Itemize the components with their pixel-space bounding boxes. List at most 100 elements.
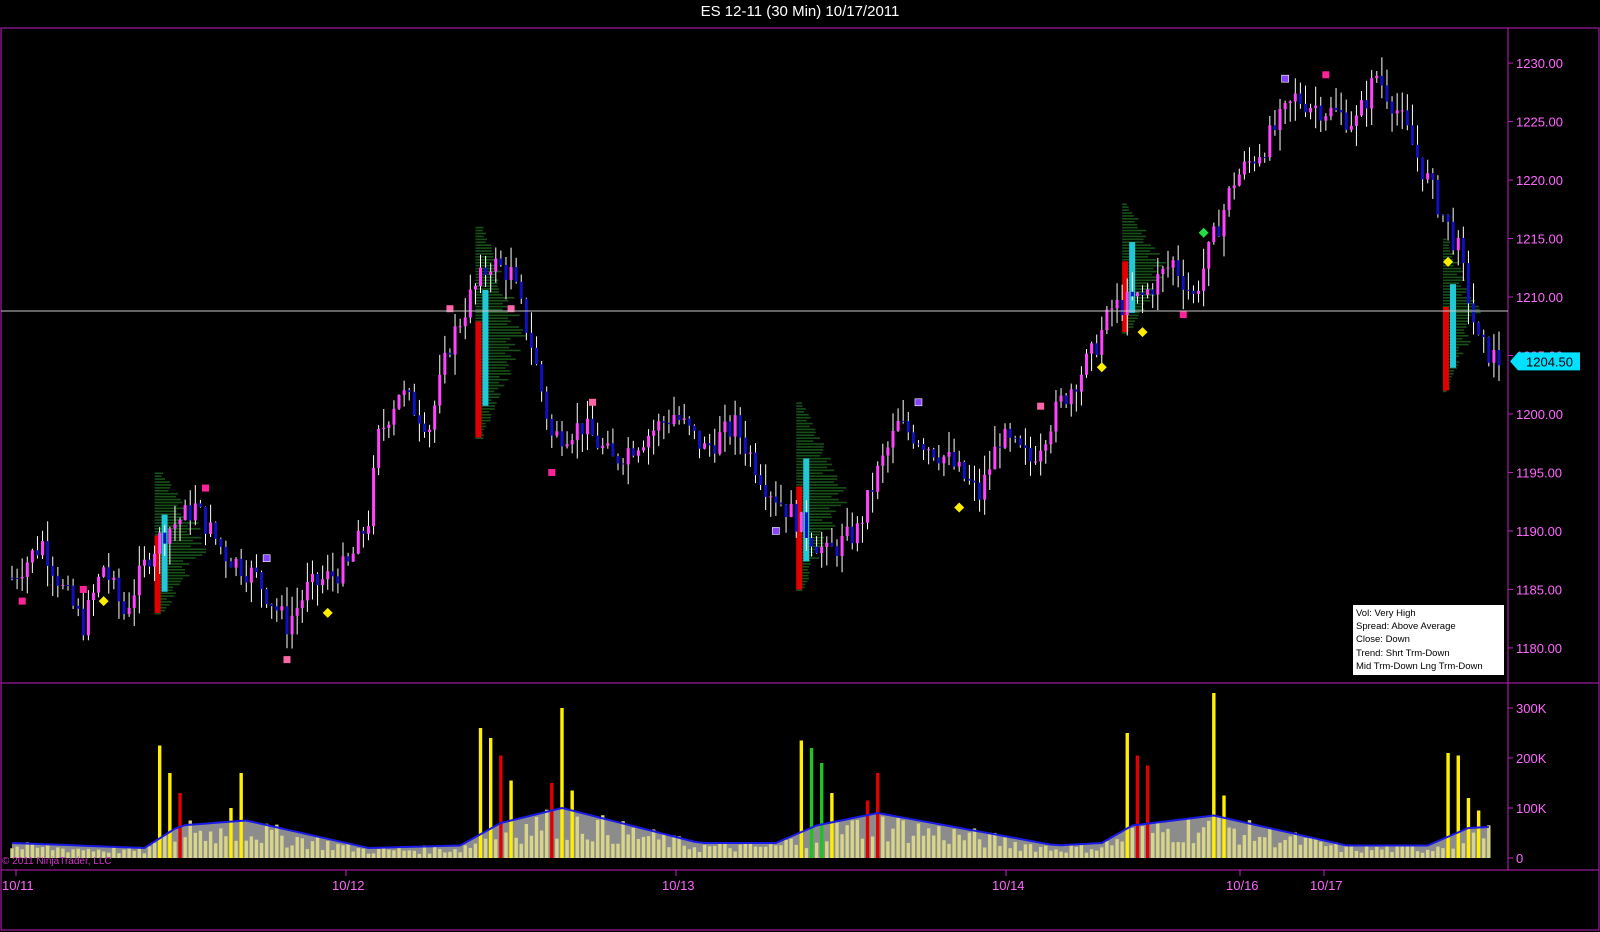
candle-body <box>366 526 370 534</box>
volume-bar <box>881 816 885 858</box>
candle-body <box>173 524 177 529</box>
candle-body <box>1176 260 1180 277</box>
copyright-notice: © 2011 NinjaTrader, LLC <box>2 856 112 867</box>
volume-bar <box>774 845 778 858</box>
profile-row <box>796 451 823 454</box>
candle-body <box>489 271 493 275</box>
volume-bar <box>891 828 895 858</box>
volume-bar <box>234 840 238 858</box>
volume-bar <box>1151 832 1155 858</box>
volume-bar <box>331 850 335 858</box>
volume-tick-label: 100K <box>1516 801 1547 816</box>
candle-body <box>214 522 218 539</box>
profile-row <box>475 305 508 308</box>
signal-square <box>914 398 923 407</box>
candle-body <box>1069 389 1073 405</box>
volume-bar <box>692 847 697 858</box>
candle-body <box>1314 105 1318 108</box>
profile-row <box>1442 282 1460 284</box>
candle-body <box>326 571 330 580</box>
candle-body <box>789 503 793 517</box>
candle-body <box>1477 322 1481 335</box>
candle-body <box>1013 437 1017 439</box>
volume-bar <box>580 833 585 858</box>
candle-body <box>1141 292 1145 295</box>
profile-row <box>796 443 825 445</box>
volume-bar <box>499 755 503 858</box>
volume-bar <box>835 821 839 858</box>
volume-bar <box>545 809 549 858</box>
volume-bar <box>1196 832 1201 858</box>
volume-bar <box>748 842 753 858</box>
candle-body <box>1395 110 1399 114</box>
volume-bar <box>163 835 167 858</box>
candle-body <box>1339 110 1343 113</box>
volume-bar <box>157 745 162 858</box>
signal-square <box>1322 71 1330 79</box>
profile-row <box>796 449 824 451</box>
profile-row <box>475 232 487 235</box>
volume-bar <box>1013 841 1017 858</box>
profile-row <box>154 495 177 498</box>
candle-body <box>779 502 783 505</box>
profile-row <box>1122 220 1135 223</box>
volume-bar <box>1232 828 1236 858</box>
price-tick-label: 1220.00 <box>1516 173 1563 188</box>
volume-bar <box>1369 850 1374 858</box>
candle-body <box>1085 353 1089 375</box>
candle-body <box>799 512 803 532</box>
volume-bar <box>1426 849 1430 858</box>
volume-bar <box>320 850 325 858</box>
price-tick-label: 1210.00 <box>1516 290 1563 305</box>
candle-body <box>97 576 101 593</box>
price-tick-label: 1190.00 <box>1516 524 1562 539</box>
profile-row <box>475 279 499 282</box>
candle-body <box>850 526 854 544</box>
candle-body <box>81 608 85 636</box>
candle-body <box>636 450 640 456</box>
candle-body <box>1115 299 1119 309</box>
candle-body <box>570 440 574 445</box>
candle-body <box>1349 125 1353 130</box>
candle-body <box>626 448 630 465</box>
signal-diamond <box>322 607 333 618</box>
profile-row <box>796 422 813 425</box>
candle-body <box>794 503 798 532</box>
candle-body <box>56 575 60 586</box>
profile-row <box>475 317 509 320</box>
profile-row <box>475 259 498 261</box>
volume-bar <box>677 836 681 858</box>
volume-bar <box>855 819 860 858</box>
candle-body <box>1451 221 1455 251</box>
volume-bar <box>371 853 376 858</box>
chart-canvas[interactable]: 1180.001185.001190.001195.001200.001205.… <box>0 0 1600 932</box>
candle-body <box>1237 174 1241 186</box>
volume-bar <box>1161 832 1165 858</box>
candle-body <box>224 546 228 562</box>
volume-bar <box>356 848 360 858</box>
volume-bar <box>1074 846 1079 858</box>
profile-row <box>796 405 803 407</box>
candle-body <box>448 352 452 355</box>
candle-body <box>1334 107 1338 111</box>
volume-tick-label: 0 <box>1516 851 1523 866</box>
volume-bar <box>468 847 473 858</box>
volume-bar <box>117 853 121 858</box>
candle-body <box>183 505 187 521</box>
candle-body <box>188 505 192 521</box>
volume-bar <box>376 849 381 858</box>
candle-body <box>1273 125 1277 130</box>
volume-bar <box>173 841 177 858</box>
volume-bar <box>626 834 630 858</box>
profile-row <box>154 478 165 480</box>
volume-bar <box>1359 852 1364 858</box>
candle-body <box>209 522 213 534</box>
profile-row <box>475 256 494 258</box>
profile-red-band <box>796 486 803 590</box>
profile-row <box>796 469 835 472</box>
profile-row <box>1122 206 1129 208</box>
volume-bar <box>300 838 304 858</box>
volume-bar <box>1156 822 1160 858</box>
profile-row <box>1122 264 1163 267</box>
candle-body <box>535 347 539 365</box>
